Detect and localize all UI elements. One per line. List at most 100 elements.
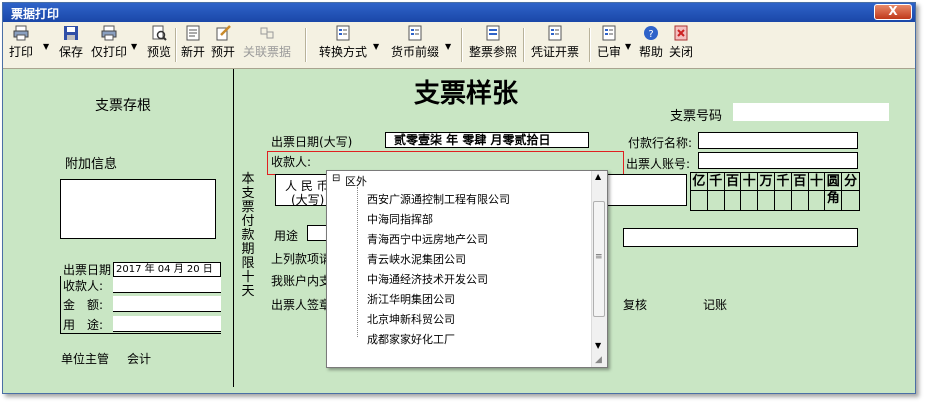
amount-digit-cell[interactable] xyxy=(758,190,775,210)
amount-digit-cell[interactable] xyxy=(724,190,742,210)
amount-unit-header: 百 xyxy=(725,173,742,190)
toolbar: 打印 ▼ 保存 仅打印 ▼ 预览 新开 预开 关联票据 转换方式 ▼ 货币前缀 … xyxy=(3,22,915,69)
help-button[interactable]: ? 帮助 xyxy=(639,25,663,60)
stub-divider xyxy=(233,69,234,387)
amount-unit-header: 千 xyxy=(775,173,792,190)
scroll-thumb[interactable]: ≡ xyxy=(593,201,605,317)
payee-option[interactable]: 中海同指挥部 xyxy=(367,211,433,227)
amount-digit-cell[interactable] xyxy=(741,190,759,210)
print-dropdown-arrow[interactable]: ▼ xyxy=(43,42,49,51)
currency-prefix-dropdown-arrow[interactable]: ▼ xyxy=(445,42,451,51)
list-icon xyxy=(408,25,422,41)
cheque-title: 支票样张 xyxy=(414,79,519,109)
preview-button[interactable]: 预览 xyxy=(147,25,171,60)
drawer-account-label: 出票人账号: xyxy=(626,157,691,171)
extra-info-label: 附加信息 xyxy=(65,157,118,172)
close-door-icon xyxy=(674,25,688,41)
payee-dropdown[interactable]: ⊟ 区外 西安广源通控制工程有限公司 中海同指挥部青海西宁中远房地产公司 青云峡水泥… xyxy=(326,170,608,368)
amount-digit-cell[interactable] xyxy=(825,190,843,210)
amount-unit-header: 圆角 xyxy=(825,173,843,206)
payee-option[interactable]: 成都家家好化工厂 xyxy=(367,331,455,347)
cheque-number-field[interactable] xyxy=(733,103,889,121)
resize-grip-icon[interactable]: ◢ xyxy=(595,355,602,365)
pre-open-button[interactable]: 预开 xyxy=(211,25,235,60)
link-icon xyxy=(260,27,274,39)
payer-bank-field[interactable] xyxy=(698,132,858,149)
close-window-button[interactable]: X xyxy=(874,4,912,20)
close-button[interactable]: 关闭 xyxy=(669,25,693,60)
purpose-label: 用途 xyxy=(274,229,299,243)
signature-label: 出票人签章 xyxy=(271,298,332,312)
amount-unit-header: 分 xyxy=(844,174,858,189)
payee-option[interactable]: 北京坤新科贸公司 xyxy=(367,311,455,327)
amount-unit-header: 十 xyxy=(809,173,826,190)
reference-icon xyxy=(486,25,500,41)
issue-date-field[interactable]: 贰零壹柒 年 零肆 月零贰拾日 xyxy=(385,132,589,148)
payee-option[interactable]: 浙江华明集团公司 xyxy=(367,291,455,307)
payee-option[interactable]: 青云峡水泥集团公司 xyxy=(367,251,466,267)
cheque-print-window: 票据打印 X 打印 ▼ 保存 仅打印 ▼ 预览 新开 预开 关联票据 转换方式 … xyxy=(2,2,916,394)
convert-mode-button[interactable]: 转换方式 xyxy=(319,25,367,60)
print-only-button[interactable]: 仅打印 xyxy=(91,25,127,60)
payee-option[interactable]: 青海西宁中远房地产公司 xyxy=(367,231,488,247)
new-button[interactable]: 新开 xyxy=(181,25,205,60)
stub-payee-field[interactable] xyxy=(113,277,221,293)
printer-icon xyxy=(101,25,117,41)
scroll-down-icon[interactable]: ▼ xyxy=(595,341,601,350)
cheque-number-label: 支票号码 xyxy=(670,109,723,124)
tree-root-label[interactable]: 区外 xyxy=(345,173,367,189)
bookkeeping-label: 记账 xyxy=(703,298,728,312)
voucher-icon xyxy=(548,25,562,41)
tree-connector-line xyxy=(357,187,359,337)
extra-info-textarea[interactable] xyxy=(60,179,216,239)
cheque-form: 支票存根 附加信息 出票日期 2017 年 04 月 20 日 收款人: 金 额… xyxy=(9,69,915,391)
print-button[interactable]: 打印 xyxy=(9,25,33,60)
amount-digit-cell[interactable] xyxy=(774,190,792,210)
payee-option[interactable]: 西安广源通控制工程有限公司 xyxy=(367,191,510,207)
stub-payee-label: 收款人: xyxy=(63,279,104,293)
linked-bill-button[interactable]: 关联票据 xyxy=(243,25,291,60)
voucher-issue-button[interactable]: 凭证开票 xyxy=(531,25,579,60)
toolbar-separator xyxy=(175,28,177,62)
approved-button[interactable]: 已审 xyxy=(597,25,621,60)
magnifier-icon xyxy=(152,25,167,41)
amount-digit-cell[interactable] xyxy=(791,190,809,210)
svg-text:?: ? xyxy=(648,29,653,40)
stub-date-field[interactable]: 2017 年 04 月 20 日 xyxy=(113,262,221,277)
amount-unit-header: 千 xyxy=(708,173,725,190)
floppy-icon xyxy=(64,26,78,40)
memo-field[interactable] xyxy=(623,228,858,247)
toolbar-separator xyxy=(589,28,591,62)
unit-head-label: 单位主管 xyxy=(61,352,110,366)
drawer-account-field[interactable] xyxy=(698,152,858,169)
amount-digit-cell[interactable] xyxy=(691,190,708,210)
amount-digit-cell[interactable] xyxy=(707,190,725,210)
new-document-icon xyxy=(186,25,200,41)
currency-prefix-button[interactable]: 货币前缀 xyxy=(391,25,439,60)
toolbar-separator xyxy=(305,28,307,62)
list-icon xyxy=(336,25,350,41)
toolbar-separator xyxy=(523,28,525,62)
amount-digit-cell[interactable] xyxy=(842,190,859,210)
printer-icon xyxy=(13,25,29,41)
print-only-dropdown-arrow[interactable]: ▼ xyxy=(131,42,137,51)
payer-bank-label: 付款行名称: xyxy=(628,136,693,150)
tree-collapse-icon[interactable]: ⊟ xyxy=(332,173,340,184)
stub-amount-field[interactable] xyxy=(113,296,221,312)
stub-title: 支票存根 xyxy=(95,98,151,114)
rmb-caps-label: (大写) xyxy=(291,193,325,207)
save-button[interactable]: 保存 xyxy=(59,25,83,60)
scroll-up-icon[interactable]: ▲ xyxy=(595,172,601,181)
form-reference-button[interactable]: 整票参照 xyxy=(469,25,517,60)
dropdown-scrollbar[interactable]: ▲ ≡ ▼ xyxy=(591,171,607,367)
help-icon: ? xyxy=(644,26,658,40)
toolbar-separator xyxy=(461,28,463,62)
stub-purpose-field[interactable] xyxy=(113,316,221,332)
grip-icon: ≡ xyxy=(595,252,603,262)
approved-dropdown-arrow[interactable]: ▼ xyxy=(625,42,631,51)
convert-mode-dropdown-arrow[interactable]: ▼ xyxy=(373,42,379,51)
payee-option[interactable]: 中海通经济技术开发公司 xyxy=(367,271,488,287)
edit-document-icon xyxy=(216,25,231,41)
accountant-label: 会计 xyxy=(127,352,152,366)
amount-digit-cell[interactable] xyxy=(808,190,826,210)
